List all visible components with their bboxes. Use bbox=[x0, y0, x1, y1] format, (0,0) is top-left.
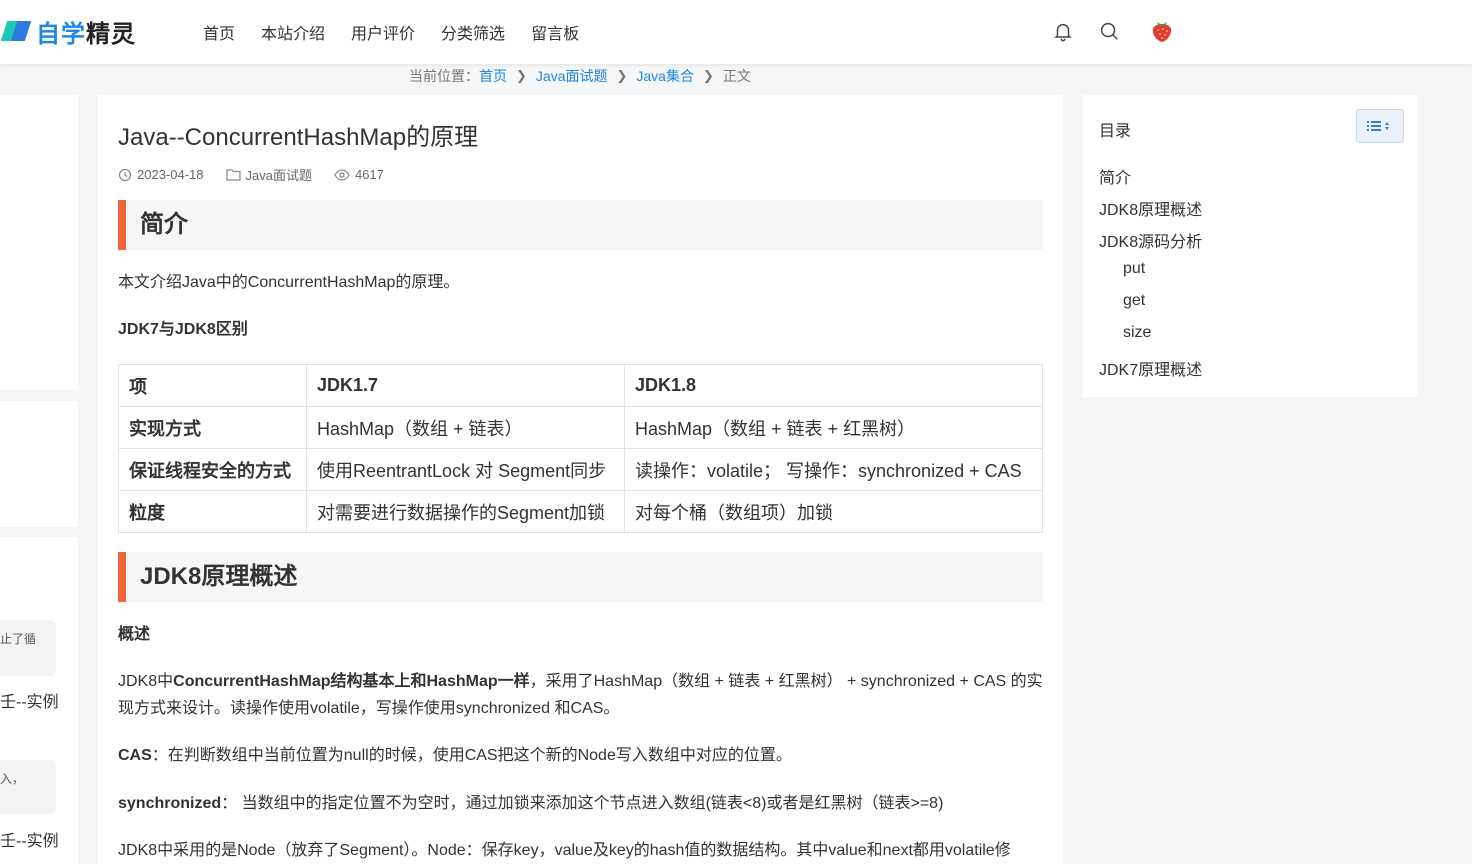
chevron-right-icon: ❯ bbox=[616, 68, 628, 83]
left-post-link[interactable]: 壬--实例 bbox=[0, 827, 59, 851]
toc-item-jdk7-overview[interactable]: JDK7原理概述 bbox=[1099, 356, 1202, 380]
table-cell: HashMap（数组 + 链表 + 红黑树） bbox=[624, 406, 1043, 449]
table-row: 保证线程安全的方式 使用ReentrantLock 对 Segment同步 读操… bbox=[118, 448, 1043, 491]
logo-text: 自学精灵 bbox=[36, 20, 136, 48]
toc-item-size[interactable]: size bbox=[1123, 324, 1151, 342]
section-heading-intro: 简介 bbox=[118, 200, 1043, 250]
breadcrumb-current: 正文 bbox=[722, 68, 751, 84]
overview-label: 概述 bbox=[118, 626, 151, 643]
table-header-cell: 项 bbox=[118, 364, 307, 407]
chevron-right-icon: ❯ bbox=[702, 68, 714, 83]
nav-about[interactable]: 本站介绍 bbox=[261, 20, 325, 44]
meta-views: 4617 bbox=[334, 167, 384, 182]
toc-toggle-button[interactable] bbox=[1356, 109, 1404, 143]
table-cell: 粒度 bbox=[118, 490, 307, 533]
toc-item-intro[interactable]: 简介 bbox=[1099, 164, 1131, 188]
table-cell: 读操作：volatile； 写操作：synchronized + CAS bbox=[624, 448, 1043, 491]
table-cell: 对每个桶（数组项）加锁 bbox=[624, 490, 1043, 533]
search-icon[interactable] bbox=[1098, 20, 1120, 42]
breadcrumb-prefix: 当前位置： bbox=[409, 68, 479, 84]
table-cell: HashMap（数组 + 链表） bbox=[306, 406, 625, 449]
breadcrumb-home[interactable]: 首页 bbox=[479, 66, 507, 86]
article-card: Java--ConcurrentHashMap的原理 2023-04-18 Ja… bbox=[98, 95, 1063, 864]
intro-paragraph: 本文介绍Java中的ConcurrentHashMap的原理。 bbox=[118, 274, 460, 291]
node-paragraph: JDK8中采用的是Node（放弃了Segment）。Node：保存key，val… bbox=[118, 842, 1011, 859]
nav-reviews[interactable]: 用户评价 bbox=[351, 20, 415, 44]
list-icon bbox=[1367, 121, 1389, 131]
breadcrumb-java-collections[interactable]: Java集合 bbox=[636, 66, 694, 86]
table-row: 实现方式 HashMap（数组 + 链表） HashMap（数组 + 链表 + … bbox=[118, 406, 1043, 449]
site-logo[interactable]: 自学精灵 bbox=[0, 15, 136, 48]
breadcrumb-java-interview[interactable]: Java面试题 bbox=[536, 66, 608, 86]
cas-paragraph: CAS：在判断数组中当前位置为null的时候，使用CAS把这个新的Node写入数… bbox=[118, 747, 792, 764]
article-title: Java--ConcurrentHashMap的原理 bbox=[118, 124, 479, 151]
synchronized-paragraph: synchronized： 当数组中的指定位置不为空时，通过加锁来添加这个节点进… bbox=[118, 795, 944, 812]
nav-home[interactable]: 首页 bbox=[203, 20, 235, 44]
left-snippet-box[interactable]: 止了循 bbox=[0, 620, 56, 676]
chevron-right-icon: ❯ bbox=[516, 68, 527, 83]
avatar-strawberry-icon[interactable] bbox=[1149, 17, 1175, 43]
overview-paragraph: JDK8中ConcurrentHashMap结构基本上和HashMap一样，采用… bbox=[118, 673, 1043, 717]
logo-mark-icon bbox=[0, 19, 32, 43]
toc-item-jdk8-overview[interactable]: JDK8原理概述 bbox=[1099, 196, 1202, 220]
clock-icon bbox=[118, 168, 132, 181]
left-card bbox=[0, 95, 78, 390]
left-card bbox=[0, 401, 78, 527]
top-header: 自学精灵 首页 本站介绍 用户评价 分类筛选 留言板 bbox=[0, 0, 1472, 64]
section-heading-jdk8: JDK8原理概述 bbox=[118, 552, 1043, 602]
table-cell: 保证线程安全的方式 bbox=[118, 448, 307, 491]
table-header-row: 项 JDK1.7 JDK1.8 bbox=[118, 364, 1043, 407]
left-snippet-box[interactable]: 入， bbox=[0, 760, 56, 814]
toc-item-get[interactable]: get bbox=[1123, 292, 1145, 310]
table-cell: 实现方式 bbox=[118, 406, 307, 449]
left-post-link[interactable]: 壬--实例 bbox=[0, 688, 59, 712]
folder-icon bbox=[225, 169, 241, 181]
meta-category[interactable]: Java面试题 bbox=[225, 165, 312, 184]
table-row: 粒度 对需要进行数据操作的Segment加锁 对每个桶（数组项）加锁 bbox=[118, 490, 1043, 533]
bell-icon[interactable] bbox=[1052, 20, 1074, 42]
table-cell: 对需要进行数据操作的Segment加锁 bbox=[306, 490, 625, 533]
comparison-table: 项 JDK1.7 JDK1.8 实现方式 HashMap（数组 + 链表） Ha… bbox=[118, 364, 1043, 533]
breadcrumb: 当前位置： 首页 ❯ Java面试题 ❯ Java集合 ❯ 正文 bbox=[409, 66, 751, 86]
table-of-contents: 目录 简介 JDK8原理概述 JDK8源码分析 put get size JDK… bbox=[1083, 95, 1418, 397]
meta-date: 2023-04-18 bbox=[118, 167, 204, 182]
eye-icon bbox=[334, 168, 350, 181]
table-cell: 使用ReentrantLock 对 Segment同步 bbox=[306, 448, 625, 491]
table-header-cell: JDK1.7 bbox=[306, 364, 625, 407]
nav-guestbook[interactable]: 留言板 bbox=[531, 20, 579, 44]
main-nav: 首页 本站介绍 用户评价 分类筛选 留言板 bbox=[203, 20, 605, 44]
toc-title: 目录 bbox=[1099, 123, 1132, 140]
article-meta: 2023-04-18 Java面试题 4617 bbox=[118, 165, 406, 184]
toc-item-jdk8-source[interactable]: JDK8源码分析 bbox=[1099, 228, 1202, 252]
nav-categories[interactable]: 分类筛选 bbox=[441, 20, 505, 44]
toc-item-put[interactable]: put bbox=[1123, 260, 1145, 278]
compare-heading: JDK7与JDK8区别 bbox=[118, 321, 248, 338]
table-header-cell: JDK1.8 bbox=[624, 364, 1043, 407]
